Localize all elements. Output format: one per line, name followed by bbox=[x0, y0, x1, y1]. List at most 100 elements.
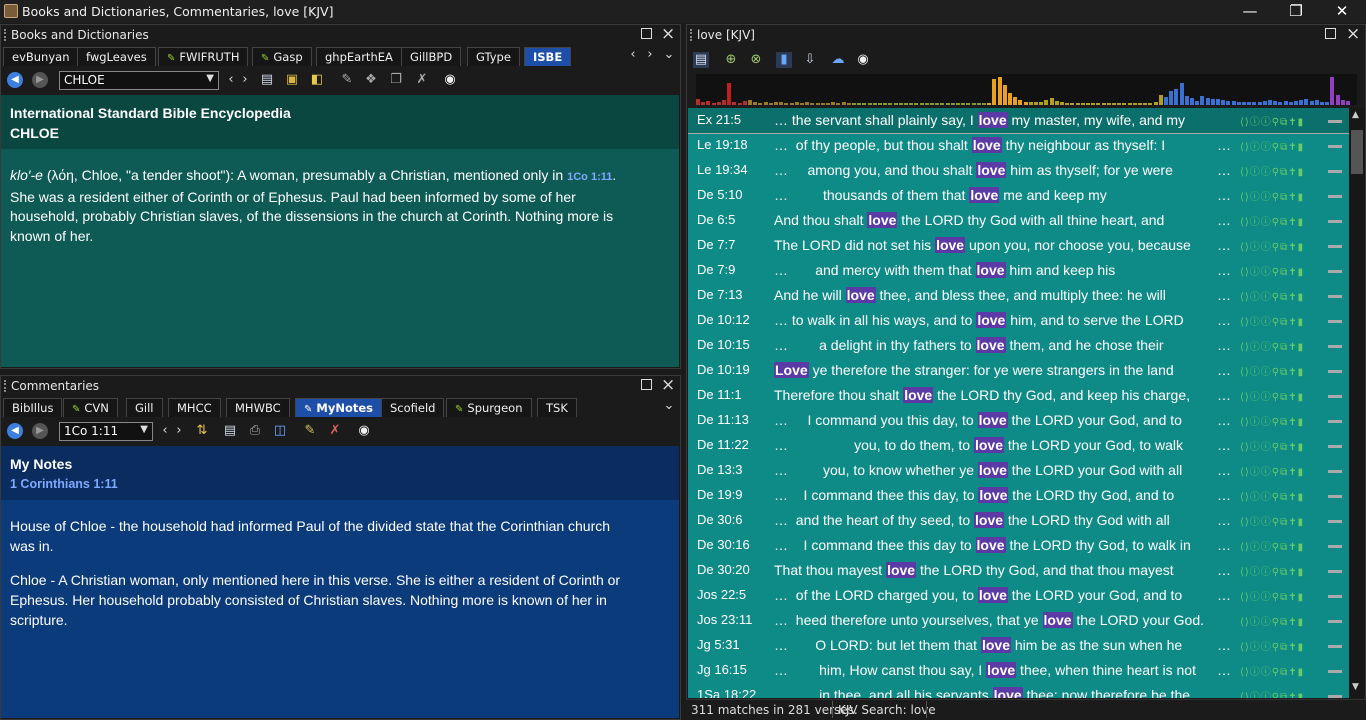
graph-bar[interactable] bbox=[950, 103, 955, 105]
audio-icon[interactable]: ◉ bbox=[855, 52, 871, 68]
graph-bar[interactable] bbox=[1138, 103, 1142, 105]
row-action-icons[interactable]: ⟨⟩ⓘⓘ⚲⧉✝▮ bbox=[1240, 663, 1304, 678]
forward-icon[interactable]: ▶ bbox=[32, 72, 48, 88]
graph-bar[interactable] bbox=[1210, 99, 1215, 105]
add-topic-icon[interactable]: ❖ bbox=[363, 72, 379, 88]
graph-bar[interactable] bbox=[924, 103, 929, 105]
graph-bar[interactable] bbox=[1325, 102, 1330, 105]
tab-isbe[interactable]: ISBE bbox=[524, 47, 572, 66]
graph-bar[interactable] bbox=[1278, 102, 1283, 105]
graph-bar[interactable] bbox=[1008, 93, 1012, 105]
result-verse-ref[interactable]: De 7:7 bbox=[697, 237, 735, 252]
graph-bar[interactable] bbox=[1091, 103, 1096, 105]
remove-result-icon[interactable] bbox=[1328, 570, 1342, 573]
graph-bar[interactable] bbox=[1023, 102, 1028, 105]
graph-bar[interactable] bbox=[1236, 102, 1241, 105]
graph-bar[interactable] bbox=[1002, 85, 1007, 105]
graph-bar[interactable] bbox=[1174, 89, 1179, 105]
graph-bar[interactable] bbox=[722, 100, 726, 105]
remove-result-icon[interactable] bbox=[1328, 120, 1342, 123]
graph-bar[interactable] bbox=[1106, 103, 1111, 105]
results-scrollbar[interactable]: ▲ ▼ bbox=[1349, 108, 1365, 698]
graph-bar[interactable] bbox=[1143, 103, 1148, 105]
graph-bar[interactable] bbox=[1257, 102, 1262, 105]
graph-bar[interactable] bbox=[898, 103, 903, 105]
graph-bar[interactable] bbox=[1086, 103, 1090, 105]
result-verse-ref[interactable]: Jg 16:15 bbox=[697, 662, 747, 677]
graph-bar[interactable] bbox=[763, 102, 768, 105]
graph-bar[interactable] bbox=[1252, 102, 1257, 105]
graph-bar[interactable] bbox=[1060, 102, 1064, 105]
graph-bar[interactable] bbox=[961, 103, 966, 105]
graph-bar[interactable] bbox=[800, 103, 804, 105]
graph-bar[interactable] bbox=[904, 103, 908, 105]
graph-bar[interactable] bbox=[774, 102, 778, 105]
row-action-icons[interactable]: ⟨⟩ⓘⓘ⚲⧉✝▮ bbox=[1240, 388, 1304, 403]
scroll-up-icon[interactable]: ▲ bbox=[1352, 110, 1359, 120]
compare-icon[interactable]: ◫ bbox=[272, 423, 288, 439]
graph-bar[interactable] bbox=[976, 103, 981, 105]
graph-bar[interactable] bbox=[727, 83, 732, 105]
remove-result-icon[interactable] bbox=[1328, 520, 1342, 523]
remove-result-icon[interactable] bbox=[1328, 495, 1342, 498]
graph-bar[interactable] bbox=[1190, 98, 1194, 105]
graph-bar[interactable] bbox=[1018, 100, 1023, 105]
search-result-row[interactable]: De 10:19 Love ye therefore the stranger: … bbox=[688, 358, 1349, 383]
back-icon[interactable]: ◀ bbox=[7, 423, 23, 439]
graph-bar[interactable] bbox=[805, 102, 810, 105]
row-action-icons[interactable]: ⟨⟩ⓘⓘ⚲⧉✝▮ bbox=[1240, 238, 1304, 253]
tab-list-chevron-icon[interactable]: ⌄ bbox=[661, 47, 677, 63]
search-distribution-graph[interactable] bbox=[696, 74, 1357, 105]
remove-result-icon[interactable] bbox=[1328, 445, 1342, 448]
graph-bar[interactable] bbox=[1283, 101, 1288, 105]
verse-link[interactable]: 1Co 1:11 bbox=[567, 171, 612, 183]
graph-bar[interactable] bbox=[909, 103, 914, 105]
graph-bar[interactable] bbox=[1034, 102, 1038, 105]
graph-bar[interactable] bbox=[820, 103, 825, 105]
result-verse-ref[interactable]: De 10:12 bbox=[697, 312, 750, 327]
graph-bar[interactable] bbox=[737, 103, 742, 105]
close-panel-icon[interactable]: × bbox=[661, 24, 675, 44]
graph-bar[interactable] bbox=[1044, 100, 1049, 105]
graph-bar[interactable] bbox=[841, 102, 846, 105]
drag-grip-icon[interactable] bbox=[4, 29, 6, 41]
search-result-row[interactable]: Jg 16:15 … him, How canst thou say, I lov… bbox=[688, 658, 1349, 683]
graph-bar[interactable] bbox=[1200, 96, 1205, 105]
remove-result-icon[interactable] bbox=[1328, 270, 1342, 273]
graph-bar[interactable] bbox=[1054, 101, 1059, 105]
row-action-icons[interactable]: ⟨⟩ⓘⓘ⚲⧉✝▮ bbox=[1240, 188, 1304, 203]
remove-result-icon[interactable] bbox=[1328, 170, 1342, 173]
remove-result-icon[interactable] bbox=[1328, 220, 1342, 223]
row-action-icons[interactable]: ⟨⟩ⓘⓘ⚲⧉✝▮ bbox=[1240, 438, 1304, 453]
tab-scofield[interactable]: Scofield bbox=[381, 398, 445, 417]
maximize-panel-icon[interactable] bbox=[641, 379, 652, 390]
graph-bar[interactable] bbox=[1205, 98, 1210, 105]
graph-bar[interactable] bbox=[1288, 102, 1293, 105]
graph-bar[interactable] bbox=[1039, 102, 1044, 105]
tab-fwifruth[interactable]: ✎ FWIFRUTH bbox=[158, 47, 249, 66]
result-verse-ref[interactable]: De 19:9 bbox=[697, 487, 743, 502]
remove-result-icon[interactable] bbox=[1328, 195, 1342, 198]
graph-bar[interactable] bbox=[1013, 97, 1018, 105]
graph-bar[interactable] bbox=[1158, 95, 1163, 105]
graph-bar[interactable] bbox=[831, 102, 836, 105]
graph-bar[interactable] bbox=[1304, 99, 1309, 105]
search-result-row[interactable]: Jg 5:31 … O LORD: but let them that love … bbox=[688, 633, 1349, 658]
graph-bar[interactable] bbox=[1309, 101, 1314, 105]
next-verse-icon[interactable]: › bbox=[171, 423, 187, 439]
graph-bar[interactable] bbox=[987, 103, 992, 105]
remove-result-icon[interactable] bbox=[1328, 645, 1342, 648]
result-verse-ref[interactable]: De 7:9 bbox=[697, 262, 735, 277]
tab-bibillus[interactable]: BibIllus bbox=[3, 398, 63, 417]
result-verse-ref[interactable]: Le 19:18 bbox=[697, 137, 748, 152]
graph-bar[interactable] bbox=[867, 103, 872, 105]
graph-bar[interactable] bbox=[1080, 103, 1085, 105]
graph-bar[interactable] bbox=[1231, 101, 1236, 105]
result-verse-ref[interactable]: De 11:22 bbox=[697, 437, 749, 452]
graph-bar[interactable] bbox=[1247, 102, 1252, 105]
graph-bar[interactable] bbox=[919, 103, 924, 105]
search-result-row[interactable]: 1Sa 18:22 … in thee, and all his servants… bbox=[688, 683, 1349, 698]
graph-bar[interactable] bbox=[1169, 91, 1174, 105]
search-result-row[interactable]: De 11:1 Therefore thou shalt love the LOR… bbox=[688, 383, 1349, 408]
search-result-row[interactable]: De 10:12 … to walk in all his ways, and t… bbox=[688, 308, 1349, 333]
